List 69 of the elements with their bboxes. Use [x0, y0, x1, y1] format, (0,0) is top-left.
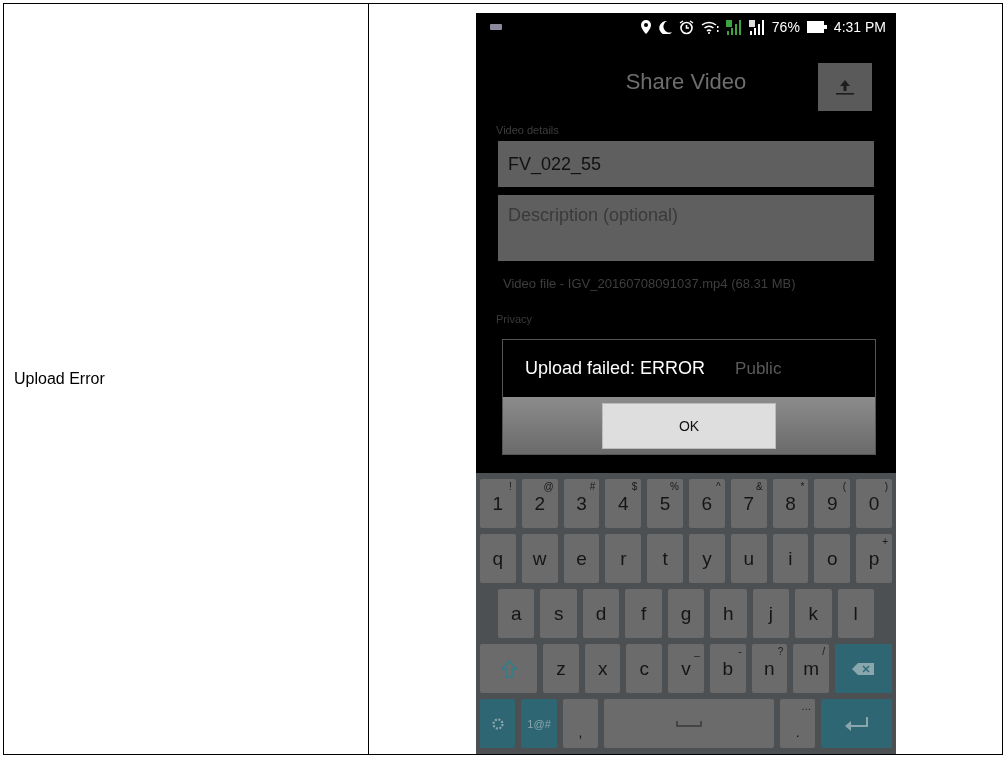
shift-key[interactable] [480, 644, 538, 693]
signal-icon [725, 19, 742, 35]
keyboard-key[interactable]: 3 # [563, 479, 600, 528]
keyboard-key[interactable]: b - [709, 644, 746, 693]
keyboard-key[interactable]: z [543, 644, 579, 693]
keyboard-key[interactable]: w [521, 534, 558, 583]
keyboard-key[interactable]: i [772, 534, 809, 583]
row-label: Upload Error [14, 370, 105, 387]
keyboard-key[interactable]: s [540, 589, 577, 638]
keyboard-key[interactable]: o [814, 534, 851, 583]
backspace-icon [852, 662, 875, 675]
keyboard-key[interactable]: v _ [668, 644, 704, 693]
keyboard-key[interactable]: 2 @ [521, 479, 558, 528]
alarm-clock-icon [678, 19, 694, 35]
keyboard-key[interactable]: 7 & [730, 479, 767, 528]
moon-icon [657, 20, 672, 34]
section-label: Video details [495, 123, 560, 138]
keyboard-key[interactable]: a [498, 589, 535, 638]
keyboard-key[interactable]: . … [779, 699, 816, 748]
name-field[interactable]: FV_022_55 [498, 141, 874, 187]
privacy-label: Privacy [495, 312, 534, 327]
error-message: Upload failed: ERROR [525, 358, 706, 379]
upload-button[interactable] [818, 63, 872, 111]
screen-title: Share Video [625, 69, 747, 95]
shift-icon [500, 659, 517, 678]
battery-percent: 76% [771, 19, 800, 35]
space-icon [676, 720, 702, 727]
enter-icon [844, 716, 869, 731]
keyboard-key[interactable]: n ? [751, 644, 788, 693]
keyboard-key[interactable]: p + [856, 534, 892, 583]
keyboard-key[interactable]: c [626, 644, 663, 693]
keyboard-key[interactable]: t [647, 534, 683, 583]
keyboard-key[interactable]: 5 % [647, 479, 683, 528]
battery-icon [806, 21, 827, 33]
keyboard-key[interactable]: m / [793, 644, 829, 693]
keyboard-key[interactable]: l [837, 589, 874, 638]
keyboard-key[interactable]: f [625, 589, 662, 638]
keyboard-key[interactable]: g [667, 589, 705, 638]
keyboard-key[interactable]: y [689, 534, 725, 583]
keyboard-key[interactable]: 9 ( [814, 479, 851, 528]
location-pin-icon [640, 20, 651, 34]
enter-key[interactable] [821, 699, 892, 748]
settings-key[interactable] [480, 699, 516, 748]
ok-button[interactable]: OK [602, 402, 776, 449]
upload-icon [835, 78, 855, 96]
keyboard-key[interactable]: 0 ) [856, 479, 892, 528]
keyboard-key[interactable]: 8 * [772, 479, 809, 528]
keyboard-key[interactable]: r [605, 534, 642, 583]
keyboard-key[interactable]: 1 ! [480, 479, 516, 528]
wifi-icon [700, 20, 719, 34]
keyboard-key[interactable]: k [795, 589, 832, 638]
privacy-value: Public [735, 358, 782, 379]
keyboard-key[interactable]: q [480, 534, 516, 583]
symbols-key[interactable]: 1@# [521, 699, 557, 748]
keyboard-key[interactable]: 4 $ [605, 479, 642, 528]
keyboard-icon [490, 23, 502, 31]
keyboard-key[interactable]: h [710, 589, 747, 638]
keyboard-key[interactable]: e [563, 534, 600, 583]
file-info: Video file - IGV_20160708091037.mp4 (68.31 MB) [502, 275, 797, 293]
keyboard-key[interactable]: j [752, 589, 790, 638]
keyboard-key[interactable]: u [730, 534, 767, 583]
settings-icon [491, 717, 504, 730]
backspace-key[interactable] [834, 644, 892, 693]
clock-time: 4:31 PM [833, 19, 886, 35]
keyboard-key[interactable]: 6 ^ [689, 479, 725, 528]
signal-icon [748, 19, 765, 35]
keyboard-key[interactable]: x [584, 644, 621, 693]
keyboard-key[interactable]: , [562, 699, 599, 748]
keyboard-key[interactable]: d [582, 589, 620, 638]
